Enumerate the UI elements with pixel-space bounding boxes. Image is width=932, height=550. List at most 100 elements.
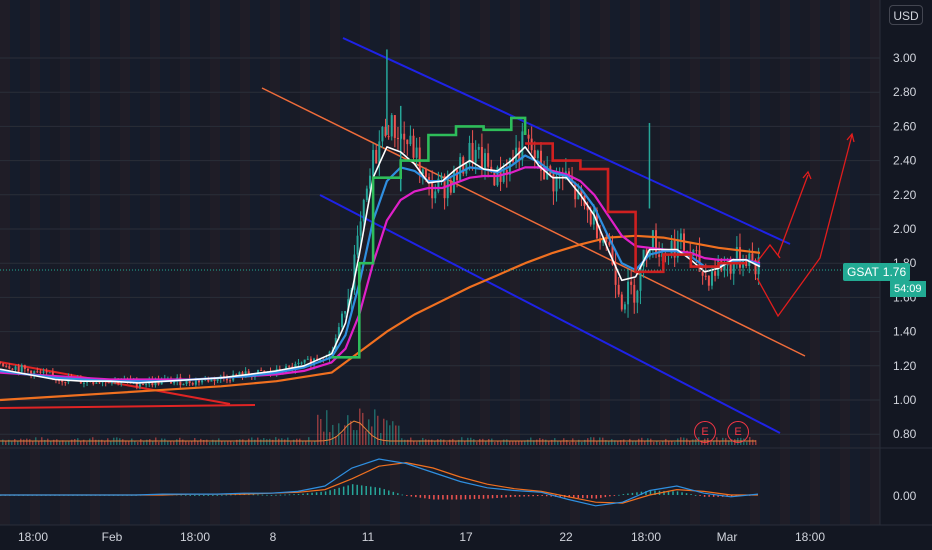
macd-histogram-bar — [496, 495, 498, 498]
candle-body — [8, 366, 11, 369]
macd-histogram-bar — [410, 495, 413, 497]
macd-histogram-bar — [257, 494, 259, 496]
x-tick-label: 18:00 — [180, 530, 210, 544]
macd-histogram-bar — [270, 495, 273, 496]
macd-histogram-bar — [518, 495, 521, 497]
macd-histogram-bar — [252, 494, 255, 496]
volume-bar — [479, 438, 481, 445]
macd-histogram-bar — [261, 494, 264, 496]
candle-body — [390, 115, 393, 137]
session-stripe — [680, 0, 690, 525]
volume-bar — [518, 441, 520, 445]
macd-histogram-bar — [586, 495, 589, 499]
earnings-marker[interactable]: E — [727, 421, 749, 443]
volume-bar — [644, 441, 646, 445]
volume-bar — [230, 441, 232, 445]
volume-bar — [416, 441, 418, 445]
macd-histogram-bar — [527, 495, 530, 497]
session-stripe — [650, 0, 660, 525]
session-stripe — [290, 0, 300, 525]
candle-body — [300, 362, 303, 364]
volume-bar — [536, 439, 538, 445]
volume-bar — [299, 438, 301, 445]
session-stripe — [380, 0, 390, 525]
session-stripe — [790, 0, 800, 525]
volume-bar — [359, 408, 361, 445]
macd-histogram-bar — [288, 494, 291, 496]
volume-bar — [317, 414, 319, 445]
volume-bar — [161, 438, 163, 445]
volume-bar — [293, 439, 295, 445]
candle-body — [191, 382, 194, 385]
volume-bar — [428, 439, 430, 445]
volume-bar — [140, 439, 142, 445]
price-chart[interactable]: 3.002.802.602.402.202.001.801.601.401.20… — [0, 0, 932, 550]
volume-bar — [119, 438, 121, 445]
volume-bar — [695, 439, 697, 445]
candle-body — [36, 371, 39, 373]
candle-body — [751, 253, 754, 261]
y-tick-label: 1.20 — [893, 359, 917, 373]
volume-bar — [554, 438, 556, 445]
macd-histogram-bar — [306, 493, 309, 495]
x-tick-label: 18:00 — [795, 530, 825, 544]
volume-bar — [686, 438, 688, 445]
candle-body — [14, 366, 17, 370]
candle-body — [630, 281, 633, 285]
candle-body — [480, 147, 483, 171]
price-tag-value: 1.76 — [882, 265, 907, 279]
volume-bar — [263, 438, 265, 445]
candle-body — [695, 250, 698, 252]
session-stripe — [550, 0, 560, 525]
macd-histogram-bar — [690, 494, 692, 495]
volume-bar — [650, 438, 652, 445]
session-stripe — [410, 0, 420, 525]
volume-bar — [137, 441, 139, 445]
candle-body — [303, 359, 306, 363]
macd-histogram-bar — [672, 491, 674, 495]
volume-bar — [77, 438, 79, 445]
volume-bar — [323, 431, 325, 445]
volume-bar — [245, 441, 247, 445]
candle-body — [107, 382, 110, 384]
volume-bar — [128, 440, 130, 445]
volume-bar — [500, 441, 502, 445]
session-stripe — [400, 0, 410, 525]
earnings-marker[interactable]: E — [694, 421, 716, 443]
volume-bar — [494, 441, 496, 445]
session-stripe — [80, 0, 90, 525]
macd-histogram-bar — [351, 484, 354, 495]
macd-histogram-bar — [293, 494, 295, 496]
volume-bar — [563, 438, 565, 445]
x-tick-label: Mar — [717, 530, 738, 544]
candle-body — [344, 311, 347, 314]
candle-body — [409, 135, 412, 145]
volume-bar — [65, 441, 67, 445]
session-stripe — [280, 0, 290, 525]
candle-body — [487, 153, 490, 167]
candle-body — [381, 126, 384, 142]
volume-bar — [746, 441, 748, 445]
macd-histogram-bar — [356, 484, 358, 495]
macd-histogram-bar — [541, 495, 543, 496]
macd-histogram-bar — [505, 495, 507, 498]
macd-histogram-bar — [491, 495, 494, 499]
candle-body — [396, 137, 399, 139]
currency-button[interactable]: USD — [889, 5, 923, 25]
macd-tick-label: 0.00 — [893, 489, 917, 503]
volume-bar — [5, 441, 7, 445]
volume-bar — [329, 432, 331, 445]
session-stripe — [310, 0, 320, 525]
session-stripe — [100, 0, 110, 525]
volume-bar — [437, 439, 439, 445]
macd-histogram-bar — [473, 495, 476, 500]
macd-histogram-bar — [379, 487, 381, 495]
volume-bar — [152, 441, 154, 445]
session-stripe — [50, 0, 60, 525]
session-stripe — [530, 0, 540, 525]
volume-bar — [182, 439, 184, 445]
macd-histogram-bar — [275, 494, 277, 496]
macd-histogram-bar — [460, 495, 462, 500]
x-tick-label: 8 — [270, 530, 277, 544]
candle-body — [82, 382, 85, 384]
